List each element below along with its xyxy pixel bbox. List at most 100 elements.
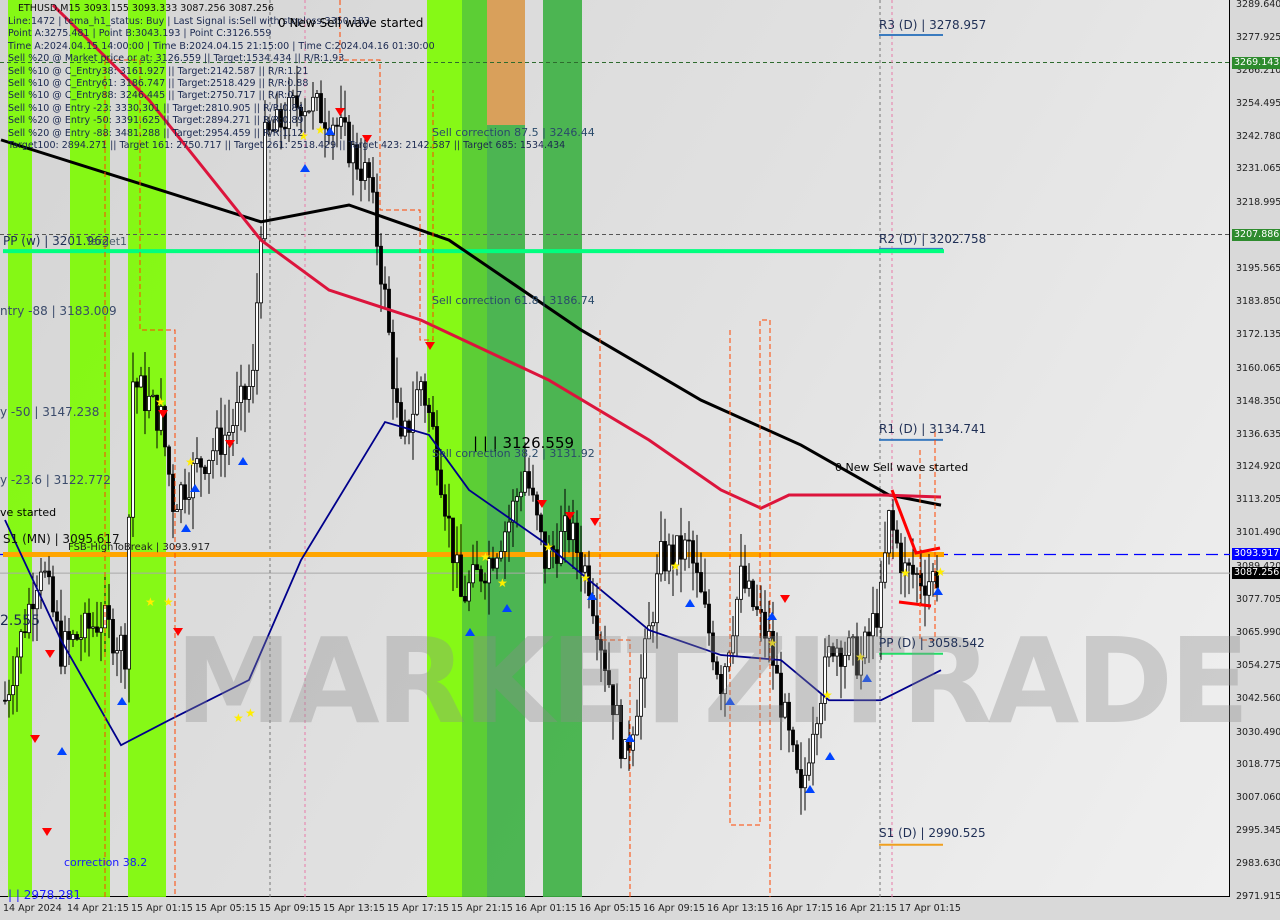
candle-body xyxy=(95,626,99,633)
signal-star-icon: ★ xyxy=(163,595,174,609)
candle-body xyxy=(907,562,911,566)
signal-info-line: Sell %10 @ Entry -23: 3330.301 || Target… xyxy=(8,102,304,114)
new-sell-wave-label-right: 0 New Sell wave started xyxy=(835,461,969,474)
candle-body xyxy=(207,460,211,474)
time-tick-label: 14 Apr 21:15 xyxy=(67,903,129,914)
signal-star-icon: ★ xyxy=(480,550,491,564)
candle-body xyxy=(467,582,471,602)
candle-body xyxy=(447,515,451,519)
candle-body xyxy=(123,634,127,670)
candle-body xyxy=(687,539,691,542)
candle-body xyxy=(703,591,707,605)
candle-body xyxy=(451,517,455,564)
signal-star-icon: ★ xyxy=(900,566,911,580)
candle-body xyxy=(427,404,431,413)
candle-body xyxy=(739,565,743,600)
signal-info-line: Target100: 2894.271 || Target 161: 2750.… xyxy=(8,140,566,151)
candle-body xyxy=(143,375,147,412)
time-tick-label: 15 Apr 01:15 xyxy=(131,903,193,914)
candle-body xyxy=(303,111,307,117)
signal-info-line: Sell %10 @ C_Entry88: 3246.445 || Target… xyxy=(8,90,303,102)
bottom-left-label: | | 2978.281 xyxy=(8,888,81,902)
price-tick-label: 3042.560 xyxy=(1236,692,1280,704)
candle-body xyxy=(167,446,171,475)
signal-info-line: Sell %20 @ Market price or at: 3126.559 … xyxy=(8,53,345,65)
time-tick-label: 16 Apr 01:15 xyxy=(515,903,577,914)
price-tick-label: 3030.490 xyxy=(1236,726,1280,738)
time-tick-label: 16 Apr 13:15 xyxy=(707,903,769,914)
candle-body xyxy=(171,473,175,512)
price-tick-label: 3242.780 xyxy=(1236,130,1280,142)
candle-body xyxy=(35,589,39,610)
symbol-line: ETHUSD,M15 3093.155 3093.333 3087.256 30… xyxy=(18,3,274,14)
r3-label: R3 (D) | 3278.957 xyxy=(879,18,987,32)
price-tick-label: 3195.565 xyxy=(1236,263,1280,275)
time-tick-label: 15 Apr 09:15 xyxy=(259,903,321,914)
candle-body xyxy=(755,606,759,610)
sell-arrow-icon xyxy=(45,650,55,658)
candle-body xyxy=(375,191,379,247)
candle-body xyxy=(119,634,123,652)
sell-arrow-icon xyxy=(590,518,600,526)
candle-body xyxy=(215,427,219,452)
candle-body xyxy=(923,585,927,596)
sell-arrow-icon xyxy=(335,108,345,116)
candle-body xyxy=(423,381,427,406)
candle-body xyxy=(579,552,583,573)
candle-body xyxy=(887,510,891,554)
candle-body xyxy=(455,554,459,564)
r1-label: R1 (D) | 3134.741 xyxy=(879,422,987,436)
candle-body xyxy=(71,634,75,640)
candle-body xyxy=(211,450,215,461)
time-tick-label: 15 Apr 17:15 xyxy=(387,903,449,914)
candle-body xyxy=(183,484,187,500)
time-tick-label: 17 Apr 01:15 xyxy=(899,903,961,914)
candle-body xyxy=(895,529,899,544)
candle-body xyxy=(419,381,423,391)
candle-body xyxy=(915,573,919,575)
time-tick-label: 15 Apr 05:15 xyxy=(195,903,257,914)
candle-body xyxy=(31,603,35,610)
wave-low-line xyxy=(898,600,932,608)
time-tick-label: 14 Apr 2024 xyxy=(3,903,62,914)
candle-body xyxy=(79,637,83,640)
candle-body xyxy=(507,521,511,533)
candle-body xyxy=(695,562,699,573)
candle-body xyxy=(379,245,383,285)
candle-body xyxy=(199,458,203,468)
signal-info-line: Time A:2024.04.15 14:00:00 | Time B:2024… xyxy=(8,40,435,52)
candle-body xyxy=(219,427,223,455)
candle-body xyxy=(527,471,531,489)
candle-body xyxy=(335,124,339,127)
candle-body xyxy=(459,554,463,597)
sell-arrow-icon xyxy=(780,595,790,603)
candle-body xyxy=(515,496,519,502)
candle-body xyxy=(83,612,87,639)
candle-body xyxy=(235,402,239,427)
buy-arrow-icon xyxy=(238,457,248,465)
candle-body xyxy=(227,431,231,436)
candle-body xyxy=(343,117,347,123)
candle-body xyxy=(247,386,251,400)
correction-38-label: Sell correction 38.2 | 3131.92 xyxy=(432,447,595,460)
candle-body xyxy=(699,572,703,593)
price-tag: 3093.917 xyxy=(1232,548,1280,561)
candle-body xyxy=(67,631,71,640)
candle-body xyxy=(523,471,527,493)
candle-body xyxy=(495,557,499,569)
signal-info-line: Sell %10 @ C_Entry61: 3186.747 || Target… xyxy=(8,78,309,89)
candle-body xyxy=(531,487,535,496)
correction-61-label: Sell correction 61.8 | 3186.74 xyxy=(432,294,595,307)
candle-body xyxy=(679,535,683,560)
candle-body xyxy=(663,541,667,572)
candle-body xyxy=(383,283,387,290)
price-tick-label: 3289.640 xyxy=(1236,0,1280,10)
signal-star-icon: ★ xyxy=(145,595,156,609)
price-tick-label: 3277.925 xyxy=(1236,31,1280,43)
candle-body xyxy=(395,388,399,403)
signal-star-icon: ★ xyxy=(315,123,326,137)
price-tick-label: 3160.065 xyxy=(1236,362,1280,374)
signal-star-icon: ★ xyxy=(185,455,196,469)
entry-88-label: ntry -88 | 3183.009 xyxy=(0,304,117,318)
watermark-logo: MARKETZITRADE xyxy=(175,612,1250,750)
